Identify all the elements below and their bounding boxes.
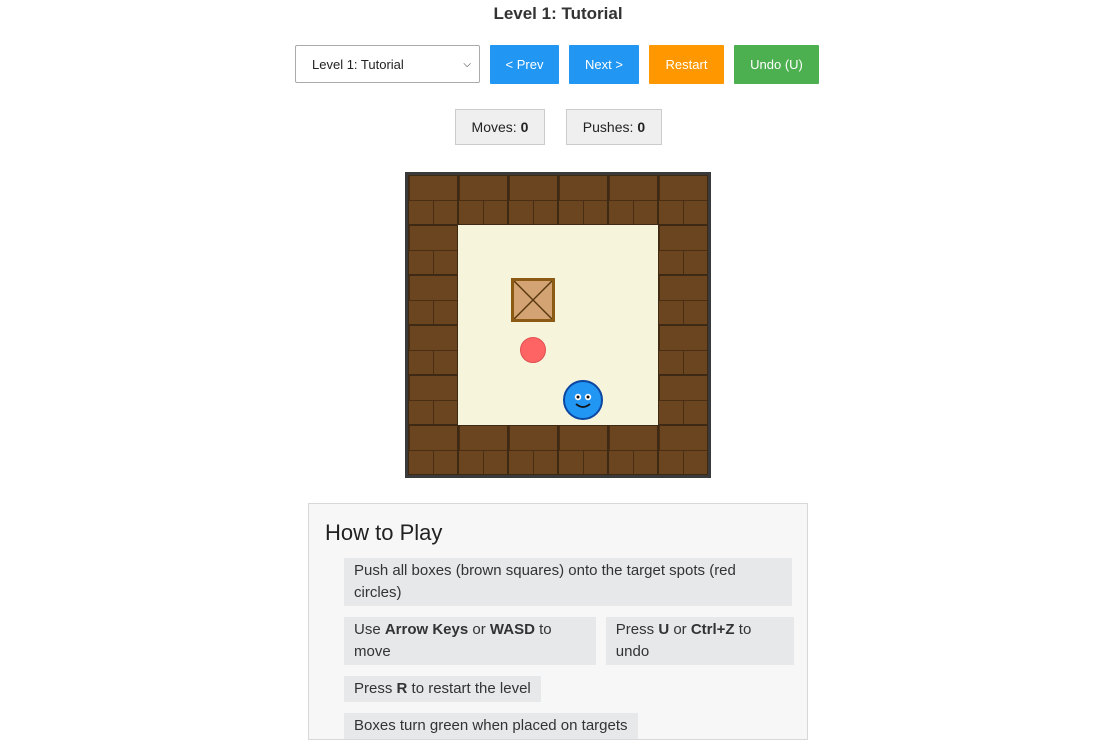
floor-tile [458,225,508,275]
wall-tile [658,225,708,275]
tip-key: WASD [489,621,535,638]
tip-undo: Press U or Ctrl+Z to undo [605,617,794,665]
tip-text: to restart the level [407,680,531,697]
wall-tile [658,175,708,225]
moves-value: 0 [520,119,529,135]
pushes-value: 0 [637,119,646,135]
how-to-play-panel: How to Play Push all boxes (brown square… [308,503,808,740]
tips-list: Push all boxes (brown squares) onto the … [344,558,794,750]
board-grid [408,175,708,475]
prev-button[interactable]: < Prev [490,44,559,84]
undo-button[interactable]: Undo (U) [734,44,819,84]
tip-green: Boxes turn green when placed on targets [344,713,638,739]
floor-tile [608,325,658,375]
wall-tile [458,425,508,475]
tip-text: or [669,621,691,638]
tip-text: Press [354,680,397,697]
level-select[interactable]: Level 1: Tutorial ⌵ [295,45,480,83]
floor-tile [458,325,508,375]
floor-tile [608,225,658,275]
tip-text: Press [615,621,659,638]
tip-text: Use [354,621,385,638]
floor-tile [608,275,658,325]
tip-key: R [396,680,408,697]
wall-tile [658,275,708,325]
floor-tile [608,375,658,425]
controls-bar: Level 1: Tutorial ⌵ < Prev Next > Restar… [295,44,819,84]
wall-tile [508,175,558,225]
restart-button[interactable]: Restart [649,44,724,84]
wall-tile [458,175,508,225]
tip-restart: Press R to restart the level [344,676,541,702]
wall-tile [508,425,558,475]
wall-tile [558,425,608,475]
wall-tile [558,175,608,225]
target-spot-icon [520,337,546,363]
wall-tile [408,425,458,475]
tip-move: Use Arrow Keys or WASD to move [344,617,596,665]
chevron-down-icon: ⌵ [463,58,471,70]
moves-counter: Moves: 0 [455,109,545,145]
tip-text: or [468,621,490,638]
next-button[interactable]: Next > [569,44,639,84]
wall-tile [658,375,708,425]
floor-tile [558,225,608,275]
tip-goal: Push all boxes (brown squares) onto the … [344,558,792,606]
tip-key: Ctrl+Z [690,621,735,638]
pushes-counter: Pushes: 0 [566,109,662,145]
wall-tile [658,425,708,475]
level-select-value: Level 1: Tutorial [312,56,404,72]
wall-tile [408,225,458,275]
pushes-label: Pushes: [582,119,634,135]
wall-tile [408,175,458,225]
level-title: Level 1: Tutorial [493,4,623,23]
crate-icon [511,278,555,322]
moves-label: Moves: [471,119,517,135]
game-board[interactable] [405,172,711,478]
floor-tile [458,375,508,425]
wall-tile [408,275,458,325]
floor-tile [508,225,558,275]
wall-tile [608,175,658,225]
wall-tile [608,425,658,475]
stats-bar: Moves: 0 Pushes: 0 [455,109,662,145]
how-to-play-heading: How to Play [325,520,443,545]
floor-tile [508,375,558,425]
floor-tile [558,275,608,325]
wall-tile [658,325,708,375]
tip-key: Arrow Keys [384,621,469,638]
player-smiley-icon [563,380,603,420]
floor-tile [558,325,608,375]
tip-key: U [658,621,670,638]
wall-tile [408,375,458,425]
wall-tile [408,325,458,375]
floor-tile [458,275,508,325]
